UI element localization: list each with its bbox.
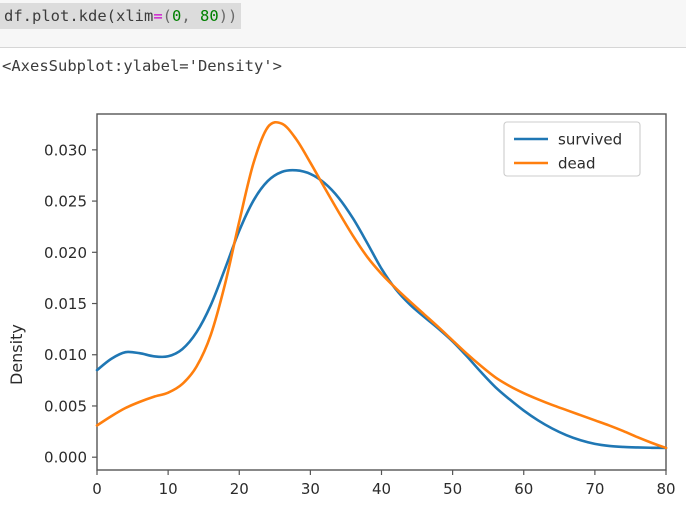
x-tick-label: 80 xyxy=(656,480,675,498)
y-tick-label: 0.025 xyxy=(44,193,87,211)
x-tick-label: 20 xyxy=(230,480,249,498)
code-input-line[interactable]: df.plot.kde(xlim=(0, 80)) xyxy=(0,3,242,29)
code-token-arg-eighty: 80 xyxy=(200,7,219,25)
x-tick-label: 10 xyxy=(159,480,178,498)
code-token-open-paren: ( xyxy=(162,7,172,25)
kde-curve-survived xyxy=(95,168,668,450)
x-tick-label: 60 xyxy=(514,480,533,498)
code-token-comma: , xyxy=(181,7,201,25)
y-tick-label: 0.010 xyxy=(44,346,87,364)
kde-plot-figure: Density 0.000 0.005 0.010 0.015 0.020 0.025 0.… xyxy=(0,95,686,520)
y-tick-label: 0.020 xyxy=(44,244,87,262)
x-tick-label: 70 xyxy=(585,480,604,498)
legend-label-survived: survived xyxy=(558,131,622,149)
notebook-code-cell[interactable]: df.plot.kde(xlim=(0, 80)) xyxy=(0,0,686,48)
x-tick-label: 0 xyxy=(92,480,102,498)
code-token-close-parens: )) xyxy=(218,7,238,25)
kde-plot-svg: Density 0.0000.0050.0100.0150.0200.0250.… xyxy=(7,113,676,498)
x-tick-label: 50 xyxy=(443,480,462,498)
code-token-base: df.plot.kde(xlim xyxy=(4,7,154,25)
x-tick-label: 40 xyxy=(372,480,391,498)
y-tick-label: 0.015 xyxy=(44,295,87,313)
output-repr-text: <AxesSubplot:ylabel='Density'> xyxy=(2,57,282,75)
x-tick-label: 30 xyxy=(301,480,320,498)
y-axis-ticks: 0.000 0.005 0.010 0.015 0.020 0.025 0.030 xyxy=(44,141,97,467)
x-axis-ticks: 0 10 20 30 40 50 60 70 80 xyxy=(92,470,676,498)
y-tick-label: 0.000 xyxy=(44,449,87,467)
legend-label-dead: dead xyxy=(558,155,595,173)
code-token-arg-zero: 0 xyxy=(172,7,182,25)
plot-legend: survived dead xyxy=(503,121,641,177)
y-tick-label: 0.005 xyxy=(44,397,87,415)
code-token-equals: = xyxy=(153,7,163,25)
y-axis-label: Density xyxy=(7,324,26,385)
y-tick-label: 0.030 xyxy=(44,141,87,159)
